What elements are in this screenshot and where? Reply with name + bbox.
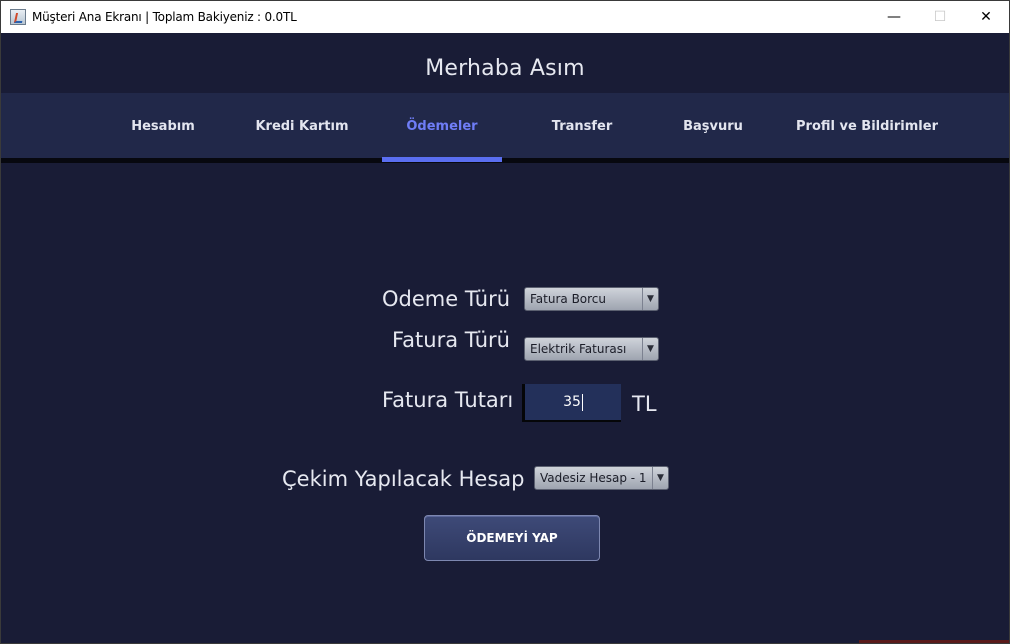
- chevron-down-icon: ▼: [652, 467, 668, 489]
- tab-kredi-karti[interactable]: Kredi Kartım: [247, 93, 357, 159]
- odeme-yap-button[interactable]: ÖDEMEYİ YAP: [424, 515, 600, 561]
- odeme-turu-select[interactable]: Fatura Borcu ▼: [524, 287, 659, 311]
- text-caret: [581, 393, 583, 411]
- app-window: Müşteri Ana Ekranı | Toplam Bakiyeniz : …: [0, 0, 1010, 644]
- bottom-edge-accent: [859, 640, 1009, 643]
- tab-profil-bildirimler[interactable]: Profil ve Bildirimler: [787, 93, 947, 159]
- odeme-turu-label: Odeme Türü: [382, 287, 511, 311]
- fatura-tutari-value: 35: [563, 394, 581, 410]
- cekim-hesap-label: Çekim Yapılacak Hesap: [282, 467, 525, 491]
- fatura-tutari-label: Fatura Tutarı: [382, 388, 514, 412]
- close-button[interactable]: ✕: [963, 1, 1009, 33]
- cekim-hesap-value: Vadesiz Hesap - 1: [540, 471, 647, 485]
- odeme-turu-value: Fatura Borcu: [530, 292, 607, 306]
- chevron-down-icon: ▼: [642, 338, 658, 360]
- fatura-turu-label: Fatura Türü: [392, 328, 510, 352]
- greeting-title: Merhaba Asım: [425, 56, 585, 81]
- title-bar: Müşteri Ana Ekranı | Toplam Bakiyeniz : …: [1, 1, 1009, 33]
- tab-transfer[interactable]: Transfer: [537, 93, 627, 159]
- fatura-turu-value: Elektrik Faturası: [530, 342, 627, 356]
- tab-basvuru[interactable]: Başvuru: [668, 93, 758, 159]
- maximize-button: ☐: [933, 9, 947, 25]
- active-tab-indicator: [382, 157, 502, 162]
- window-controls: — ☐ ✕: [871, 1, 1009, 33]
- window-title: Müşteri Ana Ekranı | Toplam Bakiyeniz : …: [32, 10, 297, 24]
- currency-label: TL: [632, 392, 657, 416]
- tab-hesabim[interactable]: Hesabım: [113, 93, 213, 159]
- java-app-icon: [10, 9, 26, 25]
- tab-odemeler[interactable]: Ödemeler: [382, 93, 502, 159]
- minimize-button[interactable]: —: [871, 1, 917, 33]
- fatura-tutari-input[interactable]: 35: [522, 384, 621, 422]
- cekim-hesap-select[interactable]: Vadesiz Hesap - 1 ▼: [534, 466, 669, 490]
- chevron-down-icon: ▼: [642, 288, 658, 310]
- fatura-turu-select[interactable]: Elektrik Faturası ▼: [524, 337, 659, 361]
